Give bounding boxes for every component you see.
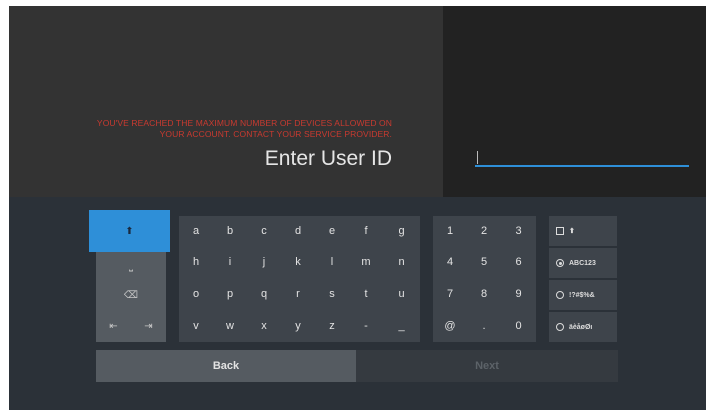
checkbox-icon	[556, 227, 564, 235]
error-line-1: YOU'VE REACHED THE MAXIMUM NUMBER OF DEV…	[96, 118, 392, 128]
radio-icon	[556, 291, 564, 299]
cursor-left-key[interactable]: ⇤	[96, 310, 131, 342]
key-4[interactable]: 4	[433, 246, 467, 278]
key-7[interactable]: 7	[433, 278, 467, 310]
backspace-icon: ⌫	[123, 289, 139, 301]
key-9[interactable]: 9	[501, 278, 536, 310]
key-q[interactable]: q	[247, 278, 281, 310]
next-button[interactable]: Next	[356, 350, 618, 382]
key-hyphen[interactable]: -	[349, 310, 383, 342]
key-at[interactable]: @	[433, 310, 467, 342]
key-a[interactable]: a	[179, 216, 213, 246]
radio-icon	[556, 323, 564, 331]
accents-option[interactable]: äèåøØı	[549, 312, 617, 342]
key-j[interactable]: j	[247, 246, 281, 278]
key-l[interactable]: l	[315, 246, 349, 278]
key-p[interactable]: p	[213, 278, 247, 310]
key-underscore[interactable]: _	[383, 310, 420, 342]
key-d[interactable]: d	[281, 216, 315, 246]
symbols-option[interactable]: !?#$%&	[549, 280, 617, 310]
key-6[interactable]: 6	[501, 246, 536, 278]
key-8[interactable]: 8	[467, 278, 501, 310]
cursor-right-icon: ⇥	[144, 320, 153, 332]
input-panel	[443, 6, 706, 197]
key-u[interactable]: u	[383, 278, 420, 310]
cursor-right-key[interactable]: ⇥	[131, 310, 166, 342]
caps-lock-option[interactable]: ⬆	[549, 216, 617, 246]
caps-lock-icon: ⬆	[569, 228, 575, 235]
key-1[interactable]: 1	[433, 216, 467, 246]
user-id-input[interactable]	[475, 165, 689, 167]
key-c[interactable]: c	[247, 216, 281, 246]
error-line-2: YOUR ACCOUNT. CONTACT YOUR SERVICE PROVI…	[159, 129, 392, 139]
space-key[interactable]: ⎵	[96, 252, 166, 280]
text-caret	[477, 151, 478, 164]
key-period[interactable]: .	[467, 310, 501, 342]
key-o[interactable]: o	[179, 278, 213, 310]
error-message: YOU'VE REACHED THE MAXIMUM NUMBER OF DEV…	[32, 118, 392, 140]
key-m[interactable]: m	[349, 246, 383, 278]
key-s[interactable]: s	[315, 278, 349, 310]
key-z[interactable]: z	[315, 310, 349, 342]
key-5[interactable]: 5	[467, 246, 501, 278]
key-f[interactable]: f	[349, 216, 383, 246]
key-g[interactable]: g	[383, 216, 420, 246]
key-y[interactable]: y	[281, 310, 315, 342]
key-r[interactable]: r	[281, 278, 315, 310]
key-i[interactable]: i	[213, 246, 247, 278]
key-b[interactable]: b	[213, 216, 247, 246]
alnum-option-label: ABC123	[569, 259, 596, 267]
key-2[interactable]: 2	[467, 216, 501, 246]
symbols-option-label: !?#$%&	[569, 291, 595, 299]
back-button[interactable]: Back	[96, 350, 356, 382]
key-t[interactable]: t	[349, 278, 383, 310]
key-e[interactable]: e	[315, 216, 349, 246]
key-h[interactable]: h	[179, 246, 213, 278]
key-3[interactable]: 3	[501, 216, 536, 246]
key-v[interactable]: v	[179, 310, 213, 342]
key-n[interactable]: n	[383, 246, 420, 278]
alnum-option[interactable]: ABC123	[549, 248, 617, 278]
key-w[interactable]: w	[213, 310, 247, 342]
accents-option-label: äèåøØı	[569, 323, 593, 331]
shift-icon: ⬆	[125, 225, 134, 237]
radio-selected-icon	[556, 259, 564, 267]
key-k[interactable]: k	[281, 246, 315, 278]
space-icon: ⎵	[129, 260, 133, 272]
cursor-left-icon: ⇤	[109, 320, 118, 332]
shift-key[interactable]: ⬆	[89, 210, 170, 252]
key-x[interactable]: x	[247, 310, 281, 342]
key-0[interactable]: 0	[501, 310, 536, 342]
backspace-key[interactable]: ⌫	[96, 280, 166, 310]
page-title: Enter User ID	[264, 147, 392, 170]
